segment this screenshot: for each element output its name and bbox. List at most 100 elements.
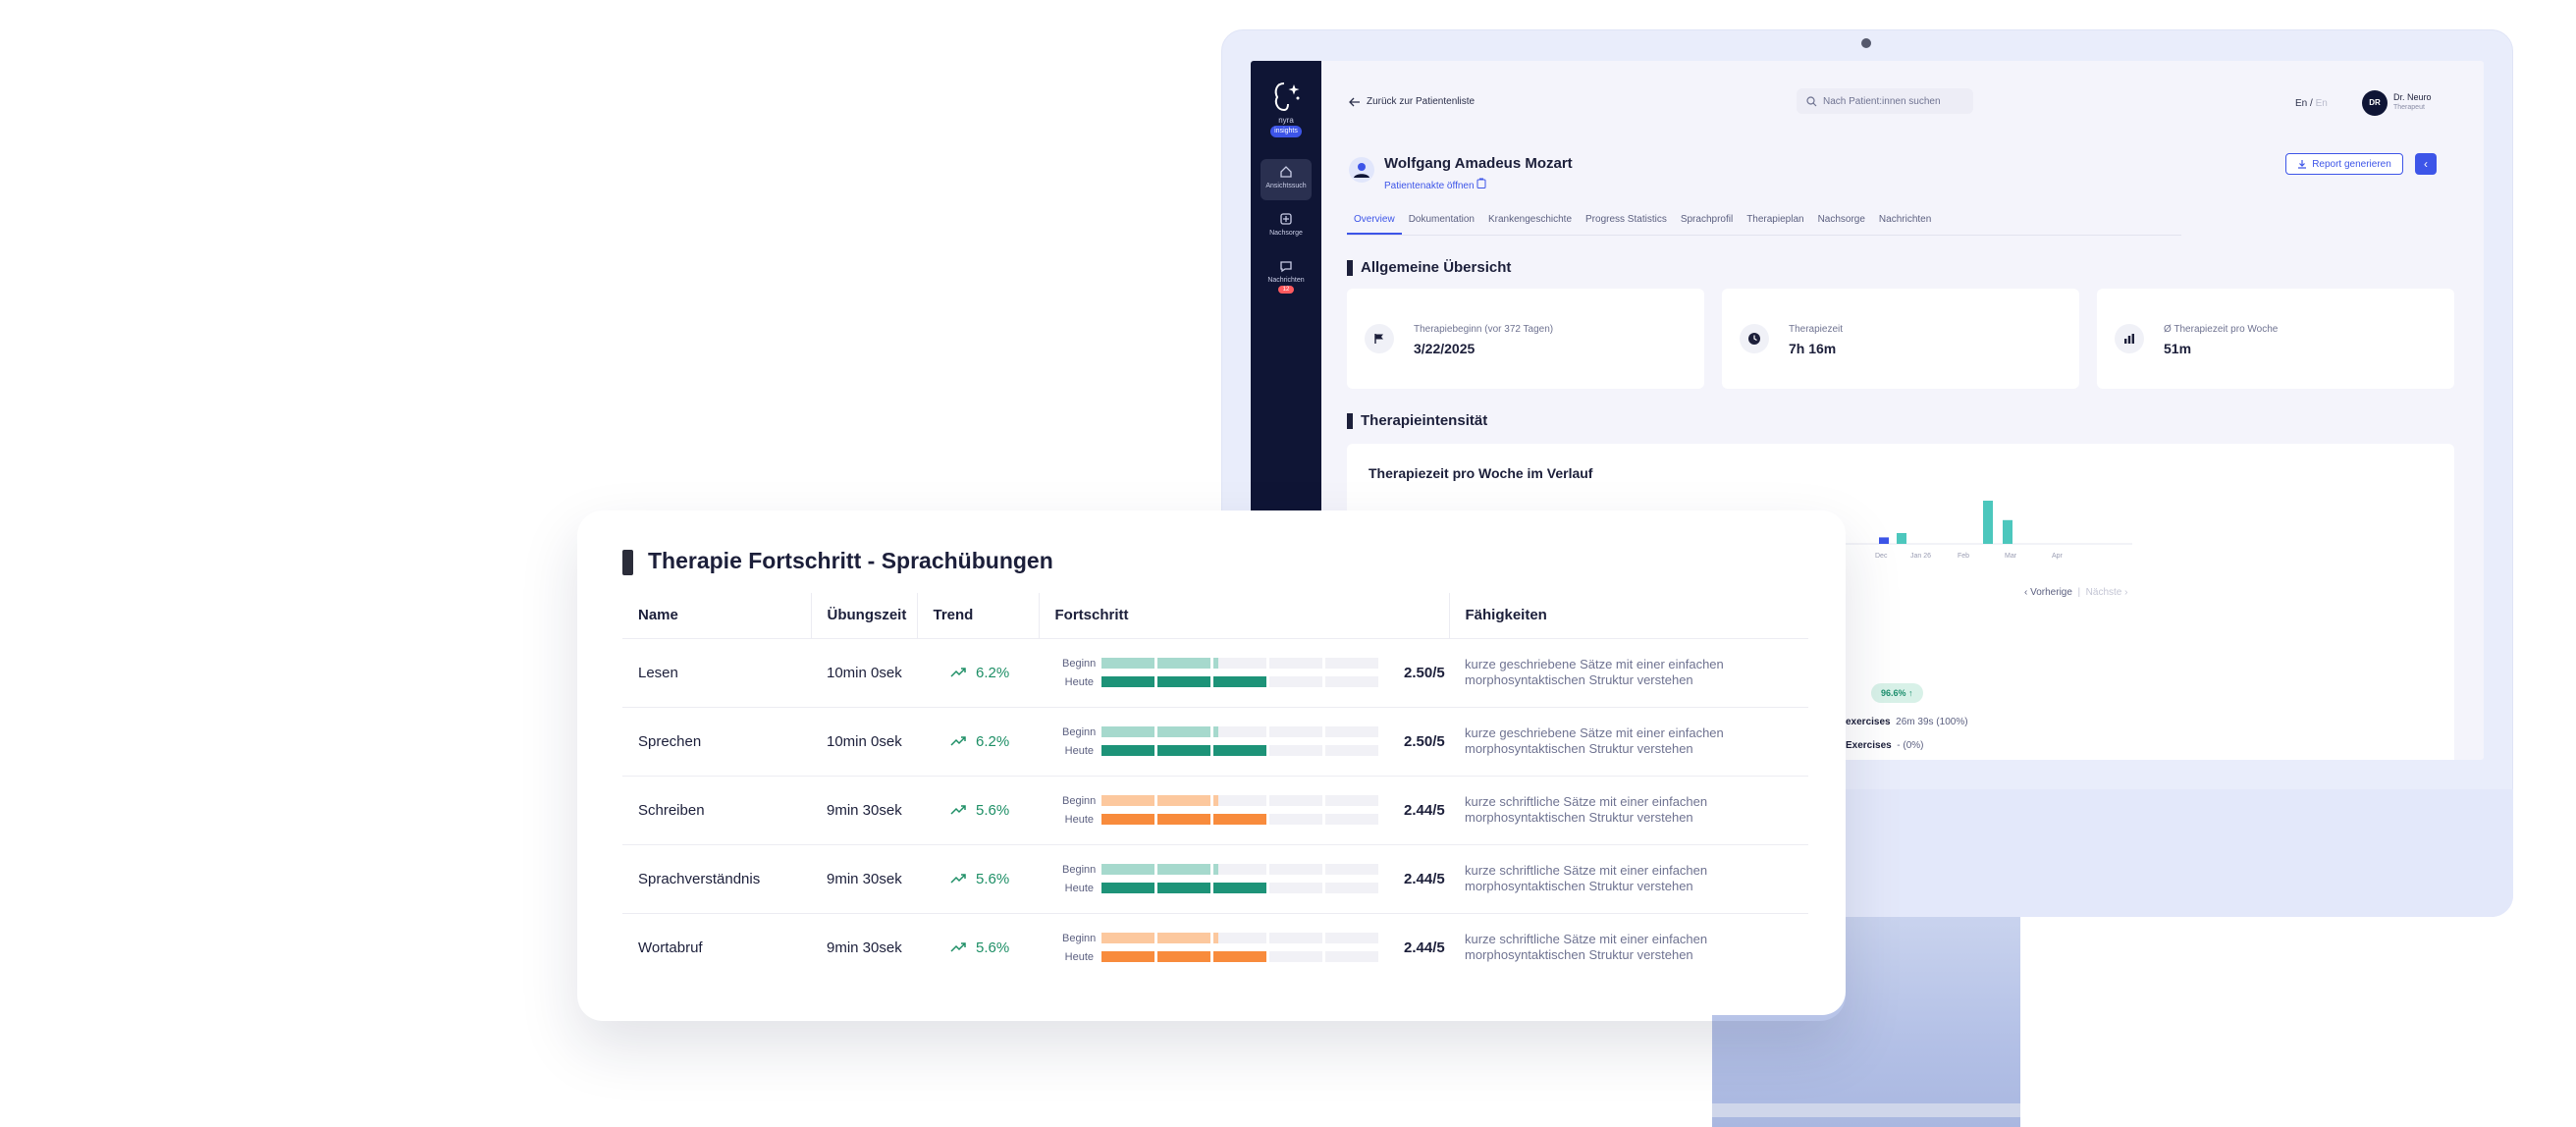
chart-title: Therapiezeit pro Woche im Verlauf [1368, 465, 1593, 481]
generate-report-button[interactable]: Report generieren [2285, 153, 2403, 175]
tab-medical-history[interactable]: Krankengeschichte [1481, 214, 1579, 235]
bar-label: Heute [1064, 744, 1094, 757]
progress-segment [1325, 795, 1378, 806]
tab-followup[interactable]: Nachsorge [1811, 214, 1872, 235]
tab-messages[interactable]: Nachrichten [1872, 214, 1938, 235]
intensity-section-title: Therapieintensität [1347, 412, 1487, 429]
sidebar-item-followup[interactable]: Nachsorge [1261, 206, 1312, 247]
row-trend-cell: 5.6% [917, 844, 1039, 914]
tab-therapy-plan[interactable]: Therapieplan [1740, 214, 1810, 235]
download-icon [2298, 160, 2307, 169]
column-header-name: Name [622, 593, 811, 639]
row-skill: kurze geschriebene Sätze mit einer einfa… [1465, 725, 1724, 756]
progress-segment [1157, 795, 1210, 806]
patient-avatar [1349, 157, 1374, 183]
row-name: Wortabruf [638, 939, 703, 956]
column-header-progress: Fortschritt [1038, 593, 1449, 639]
progress-segment [1325, 933, 1378, 944]
chart-x-tick: Feb [1958, 553, 1969, 560]
progress-segment [1213, 951, 1266, 963]
row-name: Sprechen [622, 707, 811, 777]
progress-segment [1157, 676, 1210, 687]
bar-track [1101, 814, 1378, 825]
chart-x-tick: Mar [2005, 553, 2017, 560]
open-record-link[interactable]: Patientenakte öffnen [1384, 178, 1486, 191]
tab-language-profile[interactable]: Sprachprofil [1674, 214, 1740, 235]
progress-segment [1157, 814, 1210, 825]
progress-segment [1213, 676, 1266, 687]
progress-segment [1101, 933, 1154, 944]
progress-segment [1269, 864, 1322, 875]
table-row[interactable]: Sprachverständnis 9min 30sek 5.6% Beginn Heu… [622, 844, 1808, 914]
chart-bar [1897, 533, 1906, 544]
progress-segment [1157, 951, 1210, 963]
progress-segment [1157, 658, 1210, 669]
sidebar-item-messages[interactable]: Nachrichten 12 [1261, 253, 1312, 306]
table-row[interactable]: Sprechen 10min 0sek 6.2% Beginn Heute 2.50/5 k… [622, 707, 1808, 777]
row-trend: 6.2% [976, 664, 1010, 681]
stat-label: Therapiebeginn (vor 372 Tagen) [1414, 324, 1554, 335]
progress-segment [1269, 933, 1322, 944]
tab-progress-statistics[interactable]: Progress Statistics [1579, 214, 1674, 235]
row-skill-cell: kurze schriftliche Sätze mit einer einfa… [1449, 776, 1808, 845]
lang-separator: / [2310, 98, 2313, 109]
stat-label: Ø Therapiezeit pro Woche [2164, 324, 2279, 335]
progress-segment [1157, 933, 1210, 944]
bar-label: Heute [1064, 813, 1094, 826]
table-row[interactable]: Lesen 10min 0sek 6.2% Beginn Heute 2.50/5 kurz… [622, 638, 1808, 708]
collapse-panel-button[interactable]: ‹ [2415, 153, 2437, 175]
row-trend: 6.2% [976, 732, 1010, 750]
bar-label: Beginn [1062, 657, 1097, 670]
bar-track [1101, 676, 1378, 687]
progress-segment [1325, 814, 1378, 825]
chart-x-tick: Dec [1875, 553, 1888, 560]
exercise-row: exercises 26m 39s (100%) [1846, 717, 1968, 727]
progress-segment [1325, 745, 1378, 756]
patient-search-input[interactable]: Nach Patient:innen suchen [1797, 88, 1973, 114]
pager-prev-button[interactable]: ‹ Vorherige [2024, 587, 2072, 598]
trend-up-icon [950, 942, 966, 952]
progress-segment [1213, 864, 1266, 875]
progress-segment [1101, 676, 1154, 687]
exercise-value: - (0%) [1897, 740, 1924, 751]
row-progress-cell: Beginn Heute 2.44/5 [1039, 913, 1449, 982]
stat-card-therapy-time: Therapiezeit 7h 16m [1722, 289, 2079, 389]
stat-value: 7h 16m [1789, 341, 1837, 356]
begin-bar: Beginn [1062, 929, 1392, 947]
sidebar-item-home[interactable]: Ansichtssuch [1261, 159, 1312, 200]
row-skill: kurze schriftliche Sätze mit einer einfa… [1465, 794, 1708, 825]
table-row[interactable]: Wortabruf 9min 30sek 5.6% Beginn Heute 2.44/5… [622, 913, 1808, 982]
pager-prev-label: Vorherige [2030, 587, 2072, 598]
row-progress-cell: Beginn Heute 2.44/5 [1039, 844, 1449, 914]
row-skill-cell: kurze geschriebene Sätze mit einer einfa… [1449, 707, 1808, 777]
tab-documentation[interactable]: Dokumentation [1402, 214, 1481, 235]
stat-card-therapy-start: Therapiebeginn (vor 372 Tagen) 3/22/2025 [1347, 289, 1704, 389]
lang-inactive[interactable]: En [2316, 98, 2328, 109]
begin-bar: Beginn [1062, 723, 1392, 741]
table-row[interactable]: Schreiben 9min 30sek 5.6% Beginn Heute 2.44/5… [622, 776, 1808, 845]
row-trend-cell: 5.6% [917, 913, 1039, 982]
begin-bar: Beginn [1062, 654, 1392, 672]
column-header-skills: Fähigkeiten [1448, 593, 1808, 639]
progress-segment [1101, 814, 1154, 825]
row-trend: 5.6% [976, 939, 1010, 956]
pager-next-button[interactable]: Nächste › [2086, 587, 2128, 598]
exercise-label: Exercises [1846, 740, 1892, 751]
user-name: Dr. Neuro [2393, 92, 2432, 102]
generate-report-label: Report generieren [2312, 158, 2391, 170]
stat-value: 3/22/2025 [1414, 341, 1476, 356]
bar-label: Beginn [1062, 794, 1097, 807]
back-to-list-link[interactable]: Zurück zur Patientenliste [1349, 96, 1475, 107]
row-skill: kurze schriftliche Sätze mit einer einfa… [1465, 863, 1708, 893]
tab-overview[interactable]: Overview [1347, 214, 1402, 235]
today-bar: Heute [1062, 879, 1392, 897]
user-avatar[interactable]: DR [2362, 90, 2388, 116]
today-bar: Heute [1062, 810, 1392, 829]
exercise-label: exercises [1846, 717, 1891, 727]
language-switch[interactable]: En / En [2295, 98, 2328, 109]
overview-section-title: Allgemeine Übersicht [1347, 259, 1511, 276]
progress-segment [1101, 658, 1154, 669]
trend-up-icon [950, 736, 966, 746]
lang-active[interactable]: En [2295, 98, 2307, 109]
sidebar-item-label: Nachrichten [1267, 277, 1305, 284]
